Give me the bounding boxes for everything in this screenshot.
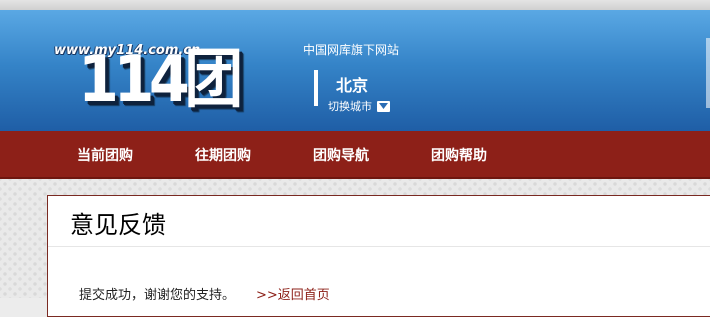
page-title: 意见反馈 (70, 211, 166, 239)
chevron-down-icon[interactable] (377, 100, 390, 112)
nav-item-deal-help[interactable]: 团购帮助 (431, 145, 487, 165)
feedback-panel: 意见反馈 提交成功，谢谢您的支持。 >>返回首页 (47, 195, 710, 317)
success-message: 提交成功，谢谢您的支持。 (79, 288, 236, 303)
nav-item-past-deals[interactable]: 往期团购 (195, 145, 251, 165)
switch-city-button[interactable]: 切换城市 (328, 98, 390, 114)
header-edge-highlight (706, 38, 710, 108)
title-divider (48, 246, 710, 247)
nav-item-current-deals[interactable]: 当前团购 (77, 145, 133, 165)
site-tagline: 中国网库旗下网站 (303, 43, 400, 57)
switch-city-label[interactable]: 切换城市 (328, 98, 372, 114)
nav-item-deal-directory[interactable]: 团购导航 (313, 145, 369, 165)
main-nav: 当前团购 往期团购 团购导航 团购帮助 (0, 131, 710, 179)
back-home-link[interactable]: >>返回首页 (256, 284, 330, 303)
current-city: 北京 (336, 76, 369, 95)
site-header: www.my114.com.cn 114团 中国网库旗下网站 北京 切换城市 (0, 10, 710, 131)
site-logo[interactable]: 114团 (78, 48, 243, 112)
city-divider (314, 70, 318, 106)
